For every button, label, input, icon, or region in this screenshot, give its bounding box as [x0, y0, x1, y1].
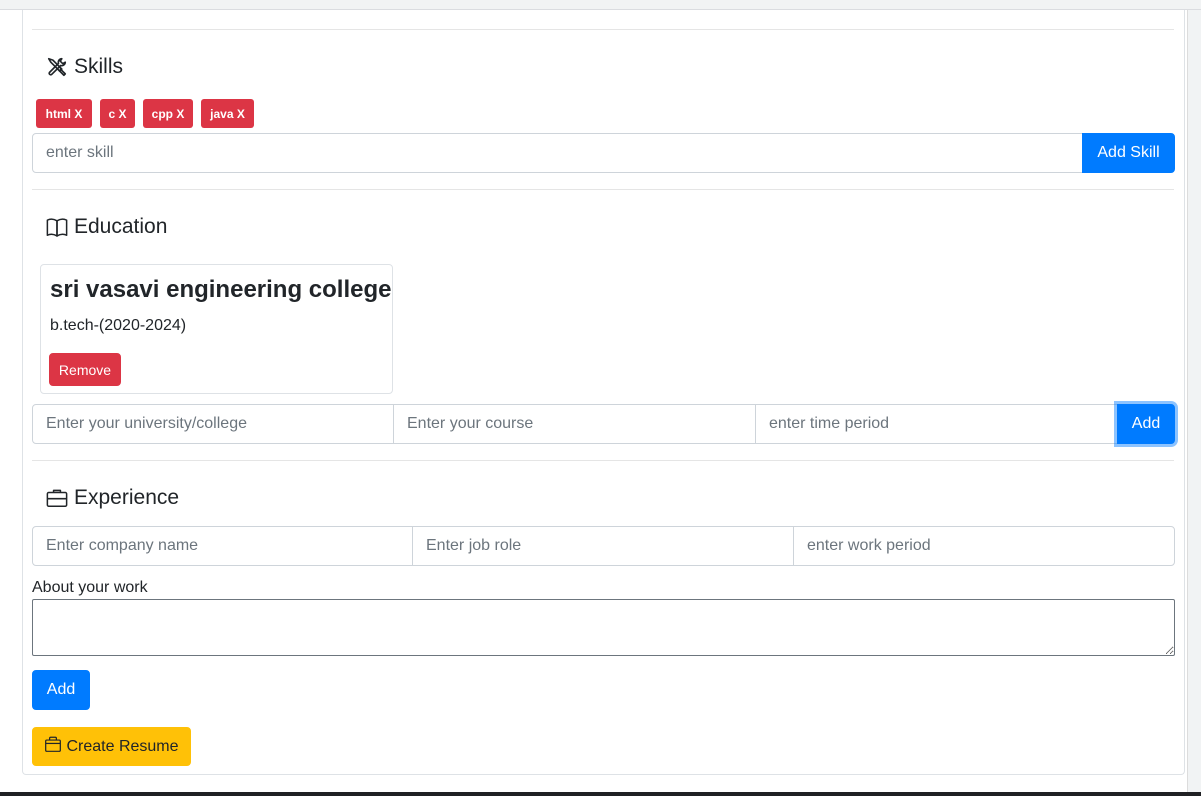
browser-top-bar	[0, 0, 1201, 10]
university-input[interactable]	[32, 404, 394, 444]
education-course-period: b.tech-(2020-2024)	[50, 317, 187, 334]
education-entry-card: sri vasavi engineering college b.tech-(2…	[40, 264, 393, 394]
work-period-input[interactable]	[793, 526, 1175, 566]
divider	[32, 29, 1174, 30]
company-input[interactable]	[32, 526, 413, 566]
skill-badge-c[interactable]: c X	[100, 99, 135, 128]
skills-title: Skills	[74, 55, 124, 78]
bag-icon	[44, 735, 62, 758]
book-icon	[46, 216, 68, 238]
experience-title: Experience	[74, 486, 180, 509]
create-resume-label: Create Resume	[66, 737, 179, 755]
skill-badge-cpp[interactable]: cpp X	[143, 99, 193, 128]
divider	[32, 460, 1174, 461]
course-input[interactable]	[393, 404, 756, 444]
job-role-input[interactable]	[412, 526, 794, 566]
remove-education-button[interactable]: Remove	[49, 353, 121, 386]
add-experience-button[interactable]: Add	[32, 670, 90, 710]
education-title: Education	[74, 215, 168, 238]
tools-icon	[46, 56, 68, 78]
bottom-edge	[0, 792, 1201, 796]
skill-input[interactable]	[32, 133, 1083, 173]
add-skill-button[interactable]: Add Skill	[1082, 133, 1175, 173]
education-school-name: sri vasavi engineering college	[50, 276, 392, 303]
skill-badge-java[interactable]: java X	[201, 99, 254, 128]
briefcase-icon	[46, 487, 68, 509]
education-heading: Education	[46, 215, 167, 239]
time-period-input[interactable]	[755, 404, 1118, 444]
scrollbar[interactable]	[1187, 10, 1201, 792]
create-resume-button[interactable]: Create Resume	[32, 727, 191, 766]
divider	[32, 189, 1174, 190]
add-education-button[interactable]: Add	[1117, 404, 1175, 444]
about-work-label: About your work	[32, 579, 148, 596]
skill-badge-html[interactable]: html X	[36, 99, 92, 128]
skills-heading: Skills	[46, 55, 123, 79]
experience-heading: Experience	[46, 486, 179, 510]
about-work-textarea[interactable]	[32, 599, 1175, 656]
